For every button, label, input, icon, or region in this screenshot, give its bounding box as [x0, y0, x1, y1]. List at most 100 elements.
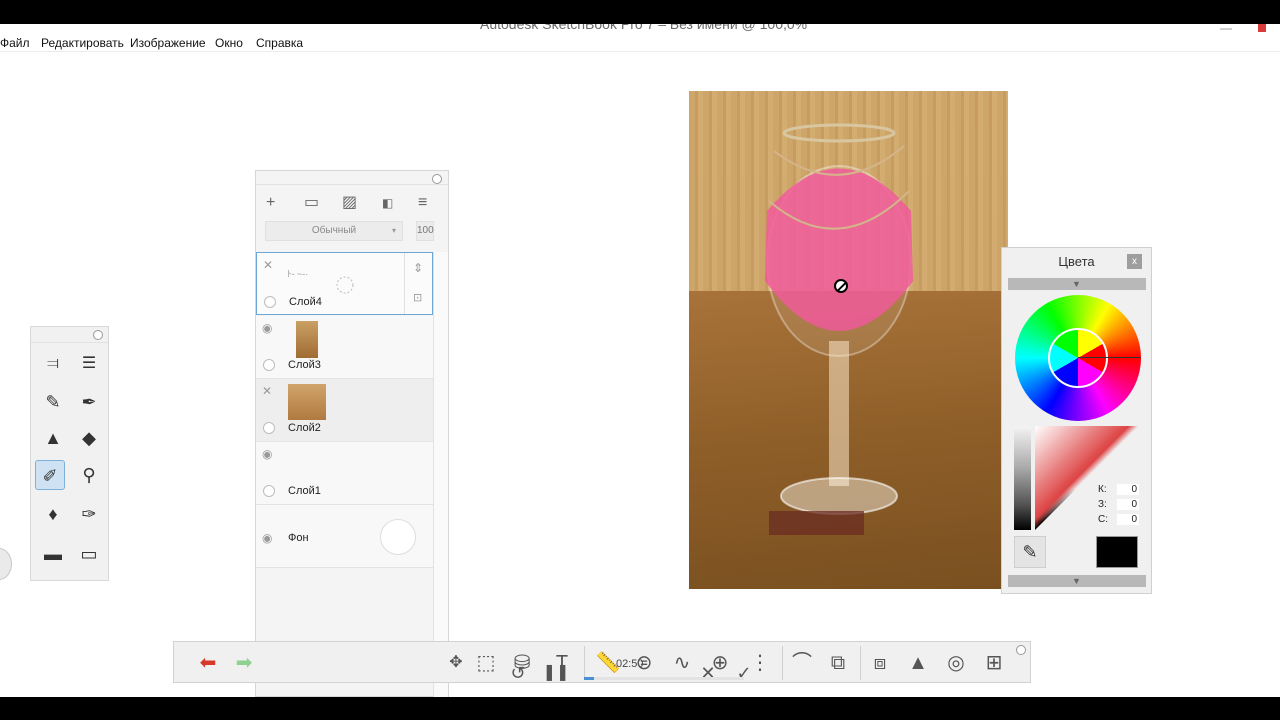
menu-image[interactable]: Изображение: [130, 36, 206, 50]
clear-layer-icon[interactable]: ◧: [382, 195, 393, 211]
hard-eraser-icon[interactable]: ▬: [38, 539, 68, 569]
layer-row-4[interactable]: ✕ ﾄ- ~-· Слой4 ⇕ ⊡: [256, 252, 433, 315]
window-title: Autodesk SketchBook Pro 7 – Без имени @ …: [480, 24, 808, 32]
felt-pen-icon[interactable]: ♦: [38, 499, 68, 529]
blend-mode-select[interactable]: Обычный ▾: [265, 221, 403, 241]
marker-brush-icon[interactable]: ▲: [38, 423, 68, 453]
green-value[interactable]: 0: [1117, 499, 1139, 510]
toolbar-separator: [584, 646, 585, 680]
color-panel-collapse-bar[interactable]: ▼: [1008, 278, 1146, 290]
color-wheel-center[interactable]: [1048, 328, 1108, 388]
red-value-row: К: 0: [1098, 484, 1142, 495]
minimize-icon[interactable]: [1220, 28, 1232, 30]
visibility-eye-icon[interactable]: ◉: [262, 447, 272, 461]
color-wheel-icon[interactable]: ◎: [942, 650, 970, 676]
shape-tool-icon[interactable]: ⧉: [824, 650, 852, 676]
move-tool-icon[interactable]: ✥: [442, 650, 470, 676]
pencil-brush-icon[interactable]: ✎: [38, 387, 68, 417]
layers-close-icon[interactable]: [432, 174, 442, 184]
layer-name: Фон: [288, 532, 309, 544]
layer-name: Слой2: [288, 422, 321, 434]
brush-cursor-icon: [834, 279, 848, 293]
soft-eraser-icon[interactable]: ▭: [74, 539, 104, 569]
colors-panel: Цвета x ▼ К: 0 З: 0 С: 0 ✎ ▼: [1001, 247, 1152, 594]
layer-row-2[interactable]: ✕ Слой2: [256, 379, 433, 442]
paintbrush-icon[interactable]: ⚲: [74, 460, 104, 490]
layer-name: Слой3: [288, 359, 321, 371]
transform-tool-icon[interactable]: ⬚: [472, 650, 500, 676]
palette-close-icon[interactable]: [93, 330, 103, 340]
layers-scrollbar[interactable]: [433, 252, 448, 697]
layers-panel: + ▭ ▨ ◧ ≡ Обычный ▾ 100 ✕ ﾄ- ~-· Слой4 ⇕…: [255, 170, 449, 697]
wine-glass-image: [765, 123, 913, 535]
toolbar-close-icon[interactable]: [1016, 645, 1026, 655]
recording-progress: [584, 677, 744, 680]
menu-file[interactable]: Файл: [0, 36, 30, 50]
add-layer-icon[interactable]: +: [266, 195, 275, 211]
menu-window[interactable]: Окно: [215, 36, 243, 50]
brush-settings-icon[interactable]: ⫤: [38, 349, 68, 379]
layers-panel-header[interactable]: [256, 171, 448, 185]
layer-row-1[interactable]: ◉ Слой1: [256, 442, 433, 505]
ellipse-guide-icon[interactable]: ⊜: [630, 650, 658, 676]
ballpoint-pen-icon[interactable]: ✐: [35, 460, 65, 490]
chisel-marker-icon[interactable]: ◆: [74, 423, 104, 453]
menu-edit[interactable]: Редактировать: [41, 36, 124, 50]
title-bar: Autodesk SketchBook Pro 7 – Без имени @ …: [0, 24, 1280, 34]
visibility-hidden-icon[interactable]: ✕: [262, 384, 272, 398]
eyedropper-icon[interactable]: ✎: [1014, 536, 1046, 568]
red-value[interactable]: 0: [1117, 484, 1139, 495]
blend-mode-value: Обычный: [311, 225, 357, 236]
color-wheel[interactable]: [1015, 295, 1141, 421]
visibility-eye-icon[interactable]: ◉: [262, 531, 272, 545]
visibility-hidden-icon[interactable]: ✕: [263, 258, 273, 272]
background-color-swatch[interactable]: [380, 519, 416, 555]
svg-text:ﾄ- ~-·: ﾄ- ~-·: [287, 269, 308, 279]
layer-opacity-field[interactable]: 100: [416, 221, 434, 241]
layer-select-radio[interactable]: [263, 359, 275, 371]
menu-bar: Файл Редактировать Изображение Окно Спра…: [0, 34, 1280, 52]
add-image-icon[interactable]: ▨: [342, 195, 357, 211]
french-curve-icon[interactable]: ∿: [668, 650, 696, 676]
brush-palette: ⫤ ☰ ✎ ✒ ▲ ◆ ✐ ⚲ ♦ ✑ ▬ ▭: [30, 326, 109, 581]
pause-icon[interactable]: ❚❚: [542, 660, 570, 686]
ink-pen-icon[interactable]: ✑: [74, 499, 104, 529]
screen: Autodesk SketchBook Pro 7 – Без имени @ …: [0, 0, 1280, 720]
layer-toggle-icon[interactable]: ⧈: [866, 650, 894, 676]
color-panel-expand-bar[interactable]: ▼: [1008, 575, 1146, 587]
menu-help[interactable]: Справка: [256, 36, 303, 50]
rewind-icon[interactable]: ↺: [504, 660, 532, 686]
value-strip[interactable]: [1014, 426, 1031, 530]
layer-row-3[interactable]: ◉ Слой3: [256, 316, 433, 379]
accept-icon[interactable]: ✓: [730, 660, 758, 686]
close-icon[interactable]: x: [1127, 254, 1142, 269]
layer-row-background[interactable]: ◉ Фон: [256, 505, 433, 568]
brush-palette-header[interactable]: [31, 327, 108, 343]
technical-pen-icon[interactable]: ✒: [74, 387, 104, 417]
layer-select-radio[interactable]: [264, 296, 276, 308]
palette-grid-icon[interactable]: ⊞: [980, 650, 1008, 676]
redo-icon[interactable]: ➡: [230, 650, 258, 676]
visibility-eye-icon[interactable]: ◉: [262, 321, 272, 335]
current-color-swatch[interactable]: [1096, 536, 1138, 568]
blue-value-row: С: 0: [1098, 514, 1142, 525]
add-group-icon[interactable]: ▭: [304, 195, 319, 211]
blue-value[interactable]: 0: [1117, 514, 1139, 525]
chevron-down-icon: ▼: [1072, 576, 1081, 586]
brush-library-icon[interactable]: ☰: [74, 349, 104, 379]
undo-icon[interactable]: ⬅: [194, 650, 222, 676]
close-window-icon[interactable]: [1258, 24, 1266, 32]
layer-menu-icon[interactable]: ≡: [418, 195, 427, 211]
layer-select-radio[interactable]: [263, 422, 275, 434]
layer-select-radio[interactable]: [263, 485, 275, 497]
blue-label: С:: [1098, 514, 1108, 525]
stroke-icon[interactable]: ⌒: [788, 650, 816, 676]
red-label: К:: [1098, 484, 1107, 495]
layer-thumbnail: ﾄ- ~-·: [287, 269, 354, 294]
lock-icon[interactable]: ⊡: [413, 291, 422, 304]
move-layer-icon[interactable]: ⇕: [413, 261, 423, 275]
canvas-image[interactable]: [689, 91, 1008, 589]
cancel-icon[interactable]: ✕: [694, 660, 722, 686]
brush-toggle-icon[interactable]: ▲: [904, 650, 932, 676]
layer-name: Слой1: [288, 485, 321, 497]
